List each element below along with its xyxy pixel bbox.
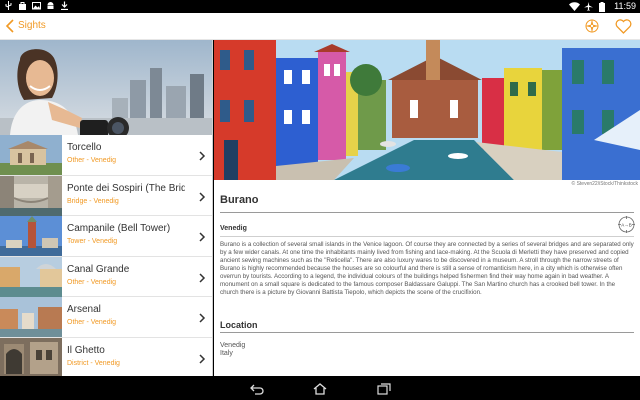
location-country: Italy bbox=[220, 350, 233, 357]
detail-panel: © Steven22/iStock/Thinkstock Burano A→B … bbox=[214, 40, 640, 376]
download-icon bbox=[60, 1, 69, 10]
system-nav-bar bbox=[0, 376, 640, 400]
list-item[interactable]: Campanile (Bell Tower) Tower - Venedig bbox=[0, 216, 212, 257]
chevron-right-icon bbox=[198, 230, 206, 242]
image-credit: © Steven22/iStock/Thinkstock bbox=[571, 181, 639, 187]
android-icon bbox=[46, 1, 55, 10]
bridge-of-sighs-thumbnail bbox=[0, 175, 62, 216]
home-nav-icon[interactable] bbox=[313, 382, 327, 395]
divider bbox=[220, 212, 634, 213]
list-item[interactable]: Ponte dei Sospiri (The Brid… Bridge - Ve… bbox=[0, 175, 212, 216]
list-item[interactable]: Il Ghetto District - Venedig bbox=[0, 337, 212, 376]
usb-icon bbox=[4, 1, 13, 10]
chevron-right-icon bbox=[198, 352, 206, 364]
traveler-photo bbox=[0, 40, 212, 135]
ghetto-thumbnail bbox=[0, 337, 62, 376]
list-item[interactable]: Torcello Other - Venedig bbox=[0, 135, 212, 176]
sight-title: Ponte dei Sospiri (The Brid… bbox=[67, 182, 185, 194]
back-icon[interactable] bbox=[4, 19, 16, 33]
airplane-icon bbox=[584, 2, 594, 11]
divider bbox=[220, 236, 634, 237]
battery-icon bbox=[599, 2, 608, 12]
chevron-right-icon bbox=[198, 149, 206, 161]
divider bbox=[220, 332, 634, 333]
sight-title: Canal Grande bbox=[67, 263, 130, 275]
campanile-thumbnail bbox=[0, 216, 62, 256]
sight-title: Arsenal bbox=[67, 304, 101, 315]
sights-panel: Torcello Other - Venedig Ponte dei Sospi… bbox=[0, 40, 213, 376]
chevron-right-icon bbox=[198, 271, 206, 283]
image-icon bbox=[32, 1, 41, 10]
sight-category: Bridge - Venedig bbox=[67, 197, 119, 205]
sight-category: Tower - Venedig bbox=[67, 238, 118, 245]
clock: 11:59 bbox=[614, 1, 636, 11]
sight-category: District - Venedig bbox=[67, 359, 120, 367]
sight-detail-title: Burano bbox=[220, 194, 259, 206]
sight-category: Other - Venedig bbox=[67, 157, 117, 164]
list-item[interactable]: Arsenal Other - Venedig bbox=[0, 297, 212, 338]
canal-grande-thumbnail bbox=[0, 256, 62, 297]
sight-category: Other - Venedig bbox=[67, 319, 117, 326]
back-nav-icon[interactable] bbox=[250, 382, 264, 395]
arsenal-thumbnail bbox=[0, 297, 62, 337]
chevron-right-icon bbox=[198, 190, 206, 202]
wifi-icon bbox=[569, 2, 581, 11]
system-icons: 11:59 bbox=[569, 1, 636, 12]
sight-category: Other - Venedig bbox=[67, 278, 117, 286]
recents-nav-icon[interactable] bbox=[377, 382, 391, 395]
sight-title: Il Ghetto bbox=[67, 344, 105, 356]
route-ab-label: A→B bbox=[621, 223, 632, 228]
burano-photo bbox=[214, 40, 640, 180]
page-title[interactable]: Sights bbox=[18, 20, 46, 31]
torcello-thumbnail bbox=[0, 135, 62, 175]
list-item[interactable]: Canal Grande Other - Venedig bbox=[0, 256, 212, 297]
sight-title: Campanile (Bell Tower) bbox=[67, 223, 171, 234]
sight-description: Burano is a collection of several small … bbox=[220, 241, 634, 296]
location-heading: Location bbox=[220, 320, 258, 330]
route-ab-icon[interactable]: A→B bbox=[618, 216, 635, 233]
heart-icon[interactable] bbox=[615, 19, 632, 34]
sights-list: Torcello Other - Venedig Ponte dei Sospi… bbox=[0, 135, 212, 376]
compass-icon[interactable] bbox=[584, 18, 600, 34]
sight-title: Torcello bbox=[67, 142, 102, 153]
location-city: Venedig bbox=[220, 342, 246, 349]
app-bar: Sights bbox=[0, 13, 640, 40]
sight-city: Venedig bbox=[220, 225, 247, 232]
bag-icon bbox=[18, 1, 27, 10]
chevron-right-icon bbox=[198, 311, 206, 323]
notification-icons bbox=[4, 1, 69, 10]
status-bar: 11:59 bbox=[0, 0, 640, 13]
